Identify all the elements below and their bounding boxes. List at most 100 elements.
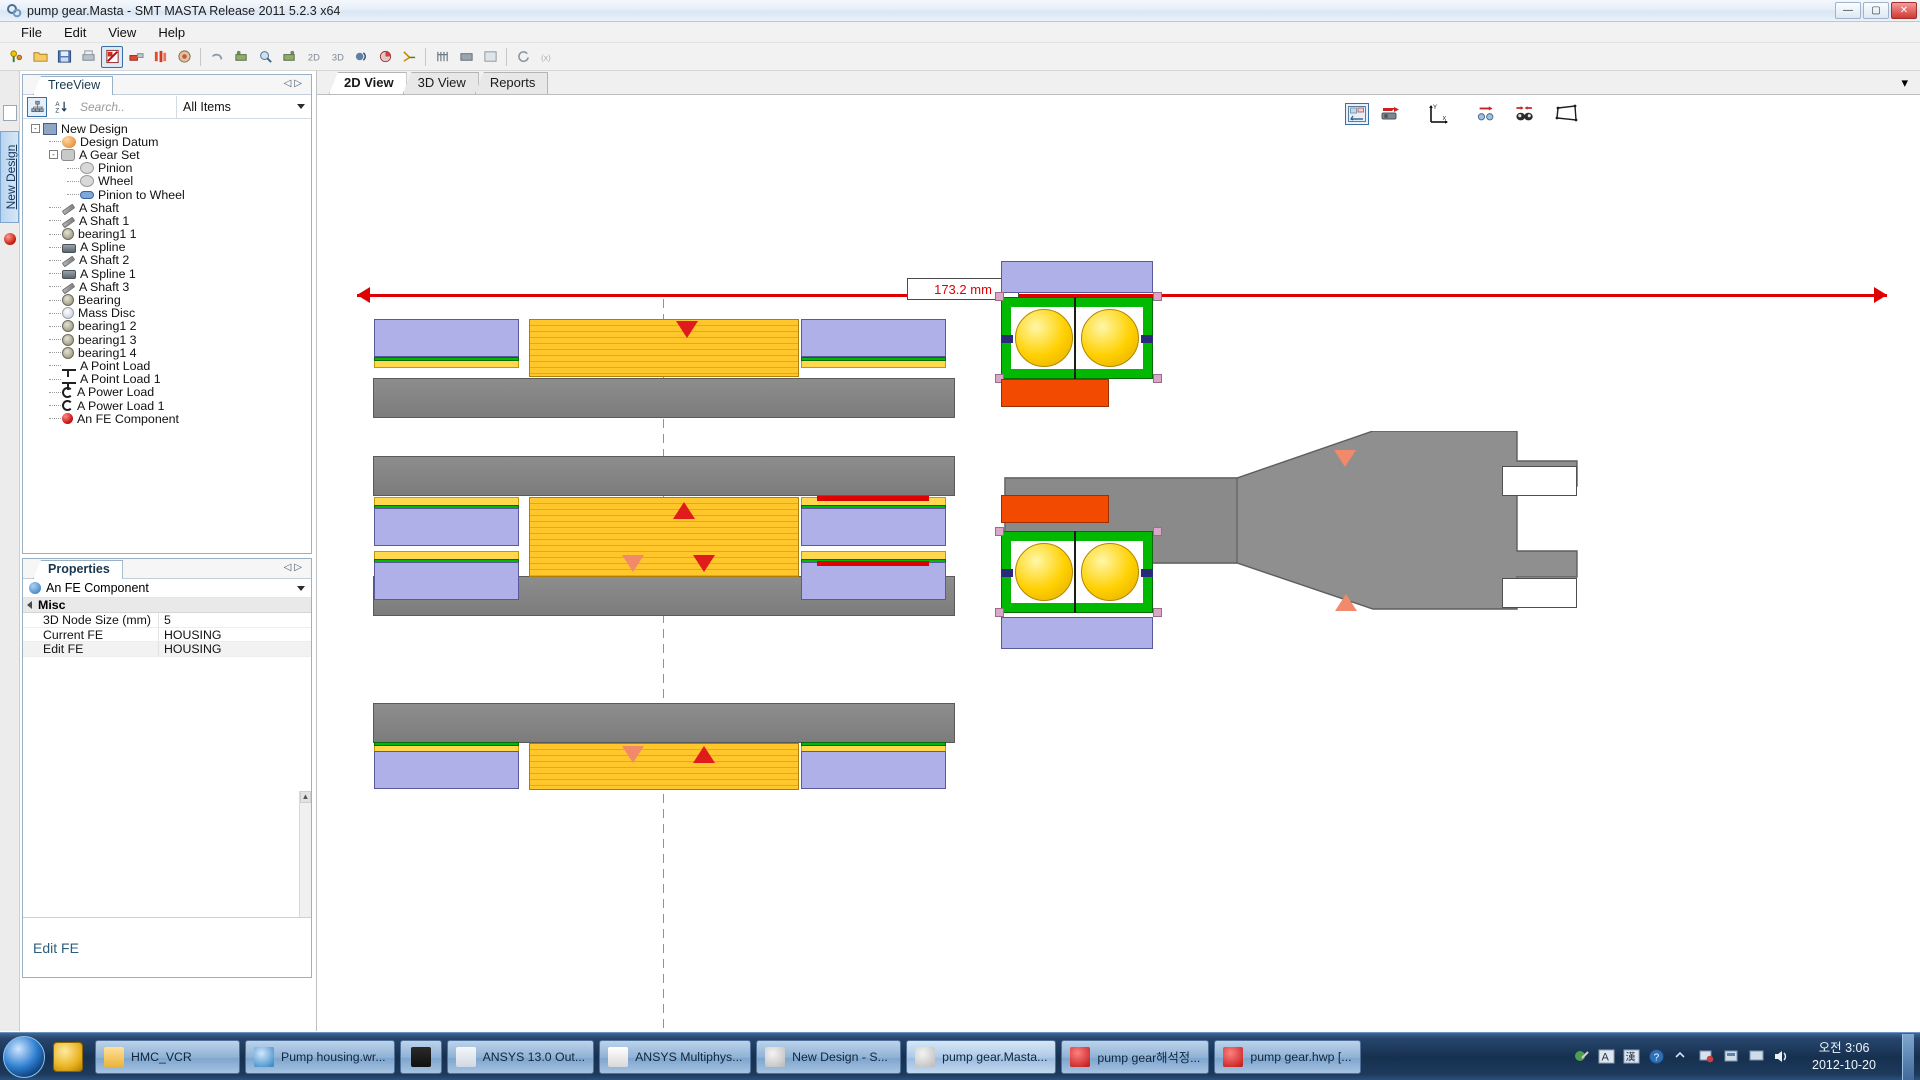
shaft-assembly-icon[interactable] [149,46,171,68]
minimize-button[interactable]: — [1835,2,1861,19]
treeview-nav-arrows[interactable]: ◁▷ [284,78,305,89]
tree-item-new-design[interactable]: - New Design [23,122,311,136]
tree-item-design-datum[interactable]: Design Datum [23,135,311,149]
menu-item-edit[interactable]: Edit [53,23,97,42]
rb-upper-handle-tr[interactable] [1153,292,1162,301]
show-hidden-icon[interactable] [1673,1048,1690,1065]
rotate-view-icon[interactable] [1475,103,1499,125]
scroll-up-arrow-icon[interactable]: ▲ [300,791,311,803]
perspective-icon[interactable] [1555,103,1579,125]
tree-item-an-fe-component[interactable]: An FE Component [23,412,311,426]
gear-set-icon[interactable] [125,46,147,68]
close-button[interactable]: ✕ [1891,2,1917,19]
start-button[interactable] [3,1035,45,1078]
search-input[interactable]: Search.. [75,100,172,114]
section-view-icon[interactable] [1379,103,1403,125]
menu-item-view[interactable]: View [97,23,147,42]
tab-overflow-chevron-icon[interactable]: ▾ [1901,75,1908,91]
property-value[interactable]: 5 [159,613,311,627]
menu-item-help[interactable]: Help [147,23,196,42]
tree-item-a-spline-1[interactable]: A Spline 1 [23,267,311,281]
bearing-icon[interactable] [173,46,195,68]
tab-2d-view[interactable]: 2D View [329,72,407,94]
tree-item-a-point-load[interactable]: A Point Load [23,359,311,377]
taskbar-item[interactable]: HMC_VCR [95,1039,240,1074]
display-icon[interactable] [1748,1048,1765,1065]
taskbar-item[interactable]: Pump housing.wr... [245,1039,395,1074]
rb-upper-handle-br[interactable] [1153,374,1162,383]
treeview-tree[interactable]: - New Design Design Datum - A Gear Set Pinion… [23,119,311,550]
property-row[interactable]: 3D Node Size (mm) 5 [23,613,311,628]
2d-view-icon[interactable]: 2D [302,46,324,68]
show-desktop-button[interactable] [1902,1033,1914,1080]
chevron-down-icon[interactable] [297,585,305,591]
new-document-icon[interactable] [3,105,17,121]
duty-cycle-icon[interactable] [278,46,300,68]
nav-next-icon[interactable]: ▷ [294,562,305,573]
properties-object-selector[interactable]: An FE Component [23,579,311,598]
tree-item-pinion[interactable]: Pinion [23,161,311,175]
menu-item-file[interactable]: File [10,23,53,42]
undo-icon[interactable] [206,46,228,68]
tree-expander-icon[interactable]: - [31,124,40,134]
3d-view-icon[interactable]: 3D [326,46,348,68]
report-icon[interactable] [101,45,123,68]
save-icon[interactable] [53,46,75,68]
nav-prev-icon[interactable]: ◁ [284,562,295,573]
property-value[interactable]: HOUSING [159,642,311,656]
taskbar-item[interactable] [399,1039,442,1074]
tree-item-mass-disc[interactable]: Mass Disc [23,306,311,320]
taskbar-item[interactable]: New Design - S... [756,1039,902,1074]
tree-item-a-shaft-3[interactable]: A Shaft 3 [23,280,311,295]
ime-hanja-icon[interactable]: 漢 [1623,1048,1640,1065]
fe-component-icon[interactable] [455,46,477,68]
rb-lower-handle-tr[interactable] [1153,527,1162,536]
cancel-icon[interactable]: (x) [536,46,558,68]
rb-lower-handle-tl[interactable] [995,527,1004,536]
security-icon[interactable] [1723,1048,1740,1065]
tree-item-bearing[interactable]: Bearing [23,293,311,307]
tree-item-bearing1-1[interactable]: bearing1 1 [23,227,311,241]
property-row[interactable]: Edit FE HOUSING [23,642,311,657]
maximize-button[interactable]: ▢ [1863,2,1889,19]
tree-expander-icon[interactable]: - [49,150,58,160]
fe-mesh-icon[interactable] [431,46,453,68]
tree-item-wheel[interactable]: Wheel [23,174,311,188]
nav-next-icon[interactable]: ▷ [294,78,305,89]
fit-to-window-icon[interactable] [1345,103,1369,125]
taskbar-clock[interactable]: 오전 3:06 2012-10-20 [1798,1040,1890,1074]
2d-drawing-canvas[interactable]: 173.2 mm [317,131,1920,1029]
results-icon[interactable] [350,46,372,68]
rail-tab-new-design[interactable]: New Design [0,131,19,223]
rb-lower-handle-bl[interactable] [995,608,1004,617]
rb-upper-handle-tl[interactable] [995,292,1004,301]
tree-item-a-spline[interactable]: A Spline [23,240,311,254]
properties-group-misc[interactable]: Misc [23,598,311,613]
tools-icon[interactable] [479,46,501,68]
tree-item-bearing1-2[interactable]: bearing1 2 [23,319,311,333]
tree-item-a-power-load[interactable]: A Power Load [23,385,311,399]
filter-dropdown[interactable]: All Items [176,95,311,118]
search-model-icon[interactable] [254,46,276,68]
tree-item-bearing1-4[interactable]: bearing1 4 [23,346,311,360]
taskbar-item[interactable]: ANSYS 13.0 Out... [446,1039,595,1074]
fe-component-icon[interactable] [4,233,16,245]
ime-a-icon[interactable]: A [1598,1048,1615,1065]
tree-item-a-shaft-2[interactable]: A Shaft 2 [23,253,311,268]
measure-icon[interactable] [398,46,420,68]
tree-item-a-gear-set[interactable]: - A Gear Set [23,148,311,162]
tree-item-a-shaft[interactable]: A Shaft [23,201,311,215]
open-folder-icon[interactable] [29,46,51,68]
tab-properties[interactable]: Properties [33,560,123,579]
ime-pen-icon[interactable] [1573,1048,1590,1065]
tree-item-bearing1-3[interactable]: bearing1 3 [23,333,311,347]
tab-reports[interactable]: Reports [474,72,549,94]
tree-item-pinion-to-wheel[interactable]: Pinion to Wheel [23,188,311,202]
analysis-icon[interactable] [230,46,252,68]
help-icon[interactable]: ? [1648,1048,1665,1065]
network-icon[interactable] [1698,1048,1715,1065]
hierarchy-icon[interactable] [27,96,47,117]
taskbar-item[interactable]: ANSYS Multiphys... [599,1039,752,1074]
taskbar-item[interactable]: pump gear.Masta... [906,1039,1057,1074]
sort-az-icon[interactable]: AZ [51,97,71,117]
